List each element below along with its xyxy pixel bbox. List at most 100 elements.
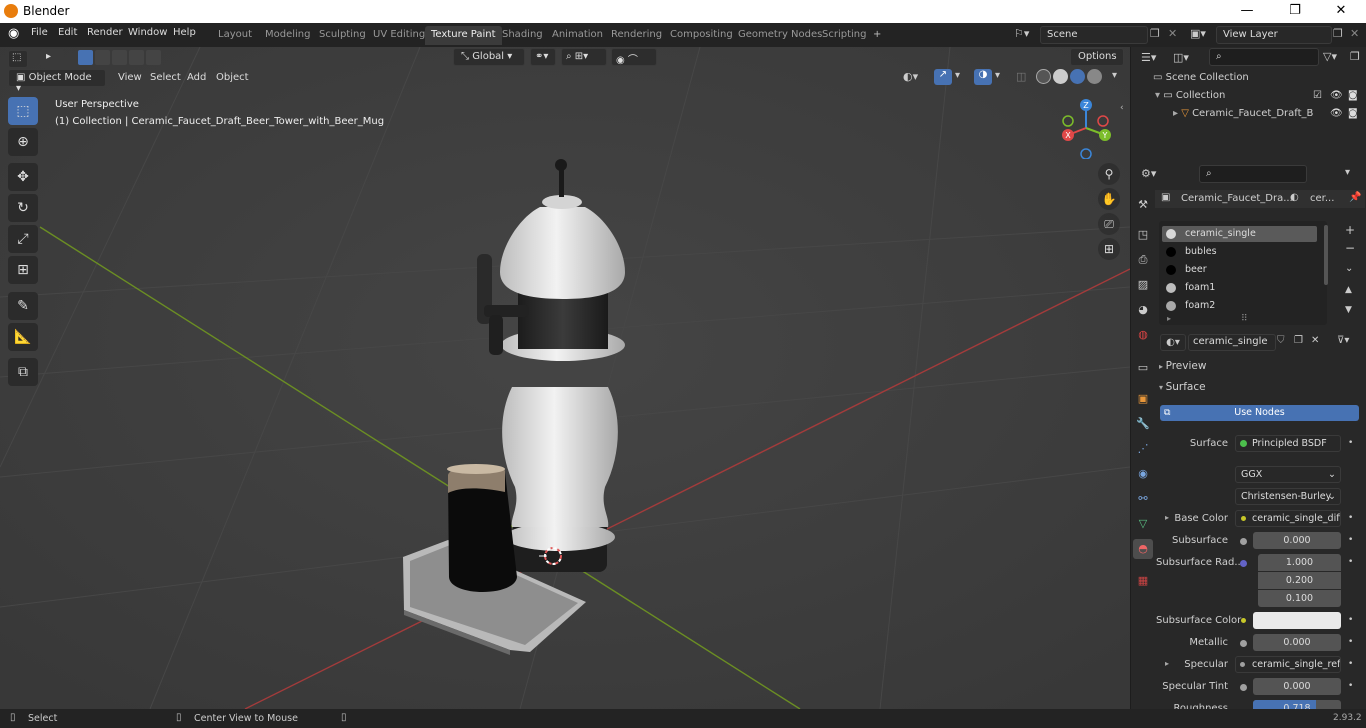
new-view-layer-icon[interactable]: ❐ bbox=[1333, 27, 1343, 40]
tab-scripting[interactable]: Scripting bbox=[816, 26, 872, 45]
viewport-menu-select[interactable]: Select bbox=[150, 72, 181, 83]
tool-tab-icon[interactable]: ⚒ bbox=[1133, 195, 1153, 215]
duplicate-material-icon[interactable]: ❐ bbox=[1294, 335, 1303, 346]
restore-icon[interactable]: ❐ bbox=[1272, 2, 1318, 22]
wireframe-shading-icon[interactable] bbox=[1036, 69, 1051, 84]
solid-shading-icon[interactable] bbox=[1053, 69, 1068, 84]
remove-slot-icon[interactable]: − bbox=[1345, 241, 1355, 255]
list-resize-handle[interactable]: ⠿ bbox=[1241, 314, 1248, 324]
select-subtract-icon[interactable] bbox=[112, 50, 127, 65]
row-keyframe-icon[interactable]: • bbox=[1348, 659, 1353, 669]
camera-view-icon[interactable]: ⎚ bbox=[1098, 213, 1120, 235]
properties-search-input[interactable]: ⌕ bbox=[1199, 165, 1307, 183]
eye-icon[interactable]: 👁 bbox=[1330, 90, 1343, 101]
unlink-material-icon[interactable]: ✕ bbox=[1311, 335, 1319, 346]
camera-icon[interactable]: ◙ bbox=[1348, 90, 1358, 101]
viewport-menu-view[interactable]: View bbox=[118, 72, 142, 83]
add-workspace-icon[interactable]: + bbox=[867, 26, 887, 45]
zoom-icon[interactable]: ⚲ bbox=[1098, 163, 1120, 185]
scene-name-field[interactable]: Scene bbox=[1040, 26, 1148, 44]
object-camera-icon[interactable]: ◙ bbox=[1348, 108, 1358, 119]
specular-tint-field[interactable]: 0.000 bbox=[1253, 678, 1341, 695]
constraints-tab-icon[interactable]: ⚯ bbox=[1133, 489, 1153, 509]
cursor-tool-icon[interactable]: ⊕ bbox=[8, 128, 38, 156]
node-tree-icon[interactable]: ⊽▾ bbox=[1337, 335, 1349, 346]
delete-view-layer-icon[interactable]: ✕ bbox=[1350, 27, 1359, 40]
properties-editor-icon[interactable]: ⚙▾ bbox=[1141, 167, 1156, 180]
navigation-gizmo[interactable]: Z Y X bbox=[1058, 97, 1116, 159]
ortho-grid-icon[interactable]: ⊞ bbox=[1098, 238, 1120, 260]
gizmo-toggle-icon[interactable]: ↗ bbox=[934, 69, 952, 85]
use-nodes-button[interactable]: ⧉ Use Nodes bbox=[1160, 405, 1359, 421]
fake-user-icon[interactable]: ⛉ bbox=[1277, 335, 1285, 346]
view-layer-icon[interactable]: ▣▾ bbox=[1190, 27, 1206, 40]
measure-tool-icon[interactable]: 📐 bbox=[8, 323, 38, 351]
viewport-menu-add[interactable]: Add bbox=[187, 72, 206, 83]
menu-help[interactable]: Help bbox=[173, 27, 196, 38]
collection-tab-icon[interactable]: ▭ bbox=[1133, 358, 1153, 378]
tab-compositing[interactable]: Compositing bbox=[664, 26, 739, 45]
row-keyframe-icon[interactable]: • bbox=[1348, 535, 1353, 545]
blender-menu-icon[interactable]: ◉ bbox=[8, 26, 19, 41]
add-cube-tool-icon[interactable]: ⧉ bbox=[8, 358, 38, 386]
surface-shader-field[interactable]: Principled BSDF bbox=[1235, 435, 1341, 452]
scene-collection-row[interactable]: ▭ Scene Collection bbox=[1153, 72, 1249, 83]
select-tool-icon[interactable]: ▸ bbox=[40, 49, 64, 67]
tab-animation[interactable]: Animation bbox=[546, 26, 609, 45]
filter-icon[interactable]: ▽▾ bbox=[1323, 50, 1337, 63]
move-slot-down-icon[interactable]: ▼ bbox=[1345, 305, 1352, 315]
xray-icon[interactable]: ◫ bbox=[1016, 70, 1026, 83]
material-slot-item[interactable]: foam1 bbox=[1162, 280, 1317, 296]
subsurface-radius-z-field[interactable]: 0.100 bbox=[1258, 590, 1341, 607]
checkbox-icon[interactable]: ☑ bbox=[1313, 90, 1322, 101]
proportional-edit-icon[interactable]: ◉ ⌒ bbox=[611, 48, 657, 66]
base-color-field[interactable]: ceramic_single_diffu... bbox=[1235, 510, 1341, 527]
outliner-editor-icon[interactable]: ☰▾ bbox=[1141, 51, 1156, 64]
annotate-tool-icon[interactable]: ✎ bbox=[8, 292, 38, 320]
select-new-icon[interactable] bbox=[78, 50, 93, 65]
expand-chevron-icon[interactable]: ▸ bbox=[1173, 108, 1181, 119]
3d-viewport[interactable]: ⬚ ▸ ⤡ Global ▾ ⚭▾ ⌕ ⊞▾ ◉ ⌒ Options ▣ Obj… bbox=[0, 47, 1130, 709]
select-invert-icon[interactable] bbox=[129, 50, 144, 65]
surface-section-header[interactable]: ▾ Surface bbox=[1159, 381, 1365, 397]
rotate-tool-icon[interactable]: ↻ bbox=[8, 194, 38, 222]
row-keyframe-icon[interactable]: • bbox=[1348, 513, 1353, 523]
material-slot-item[interactable]: foam2 bbox=[1162, 298, 1317, 314]
options-button[interactable]: Options bbox=[1070, 48, 1124, 66]
rendered-shading-icon[interactable] bbox=[1087, 69, 1102, 84]
specular-field[interactable]: ceramic_single_refle... bbox=[1235, 656, 1341, 673]
scene-icon[interactable]: ⚐▾ bbox=[1014, 27, 1029, 40]
tab-layout[interactable]: Layout bbox=[212, 26, 258, 45]
tab-shading[interactable]: Shading bbox=[496, 26, 549, 45]
render-tab-icon[interactable]: ◳ bbox=[1133, 225, 1153, 245]
menu-edit[interactable]: Edit bbox=[58, 27, 77, 38]
tab-modeling[interactable]: Modeling bbox=[259, 26, 317, 45]
outliner-search-input[interactable]: ⌕ bbox=[1209, 48, 1319, 66]
subsurface-method-dropdown[interactable]: Christensen-Burley ⌄ bbox=[1235, 488, 1341, 505]
view-layer-tab-icon[interactable]: ▨ bbox=[1133, 275, 1153, 295]
object-tab-icon[interactable]: ▣ bbox=[1133, 389, 1153, 409]
sidebar-toggle-icon[interactable]: ‹ bbox=[1120, 103, 1124, 113]
display-mode-icon[interactable]: ◫▾ bbox=[1173, 51, 1189, 64]
gizmo-dropdown-icon[interactable]: ▾ bbox=[955, 70, 960, 81]
properties-options-icon[interactable]: ▾ bbox=[1345, 167, 1350, 178]
shading-dropdown-icon[interactable]: ▾ bbox=[1112, 70, 1117, 81]
add-slot-icon[interactable]: + bbox=[1345, 223, 1355, 237]
pan-hand-icon[interactable]: ✋ bbox=[1098, 188, 1120, 210]
collection-row[interactable]: ▾ ▭ Collection ☑ 👁 ◙ bbox=[1155, 90, 1365, 101]
row-keyframe-icon[interactable]: • bbox=[1348, 438, 1353, 448]
list-scrollbar[interactable] bbox=[1324, 225, 1328, 285]
visibility-icon[interactable]: ◐▾ bbox=[903, 70, 918, 83]
object-data-tab-icon[interactable]: ▽ bbox=[1133, 514, 1153, 534]
menu-file[interactable]: File bbox=[31, 27, 48, 38]
roughness-field[interactable]: 0.718 bbox=[1253, 700, 1341, 709]
material-tab-icon[interactable]: ◓ bbox=[1133, 539, 1153, 559]
snap-icon[interactable]: ⌕ ⊞▾ bbox=[561, 48, 607, 66]
collapse-chevron-icon[interactable]: ▾ bbox=[1155, 90, 1163, 101]
output-tab-icon[interactable]: ⎙ bbox=[1133, 250, 1153, 270]
material-slot-item[interactable]: beer bbox=[1162, 262, 1317, 278]
row-keyframe-icon[interactable]: • bbox=[1348, 615, 1353, 625]
preview-section-header[interactable]: ▸ Preview bbox=[1159, 360, 1365, 376]
viewport-menu-object[interactable]: Object bbox=[216, 72, 249, 83]
scale-tool-icon[interactable]: ⤢ bbox=[8, 225, 38, 253]
